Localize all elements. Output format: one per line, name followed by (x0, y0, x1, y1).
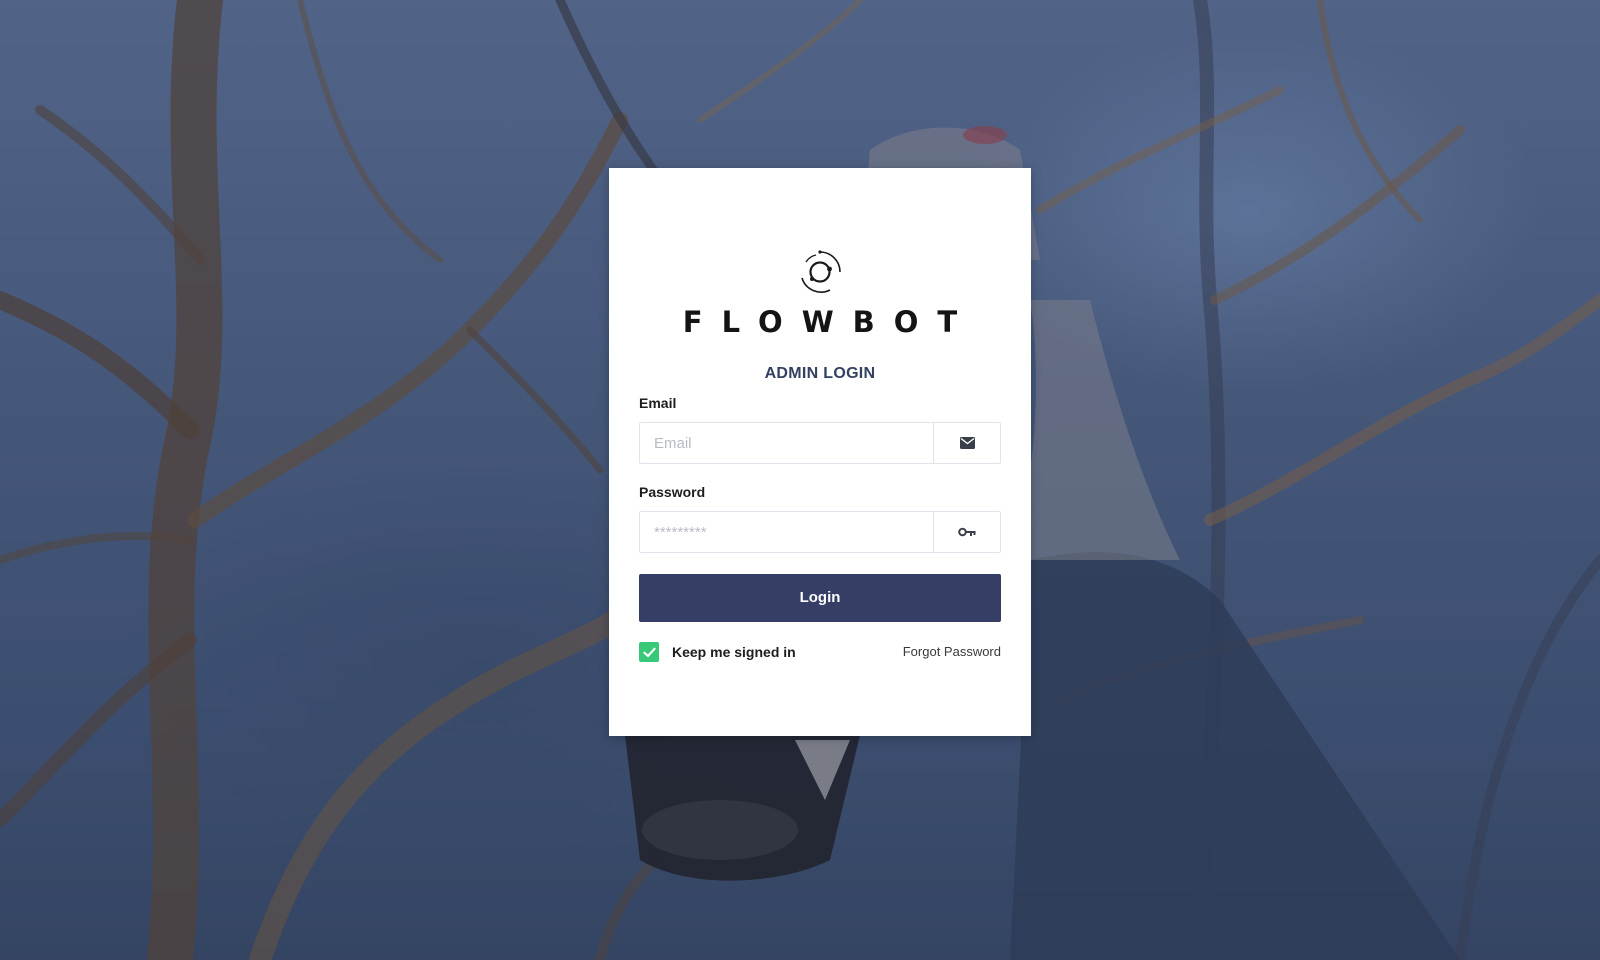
password-label: Password (639, 484, 706, 500)
remember-checkbox[interactable] (639, 642, 659, 662)
key-icon (933, 512, 1000, 552)
orbit-logo-icon (801, 250, 841, 293)
brand-name: FLOWBOT (682, 305, 977, 339)
remember-me[interactable]: Keep me signed in (639, 642, 796, 662)
login-card: FLOWBOT ADMIN LOGIN Email Password (609, 168, 1031, 736)
remember-label: Keep me signed in (672, 644, 796, 660)
checkmark-icon (642, 647, 656, 657)
login-title: ADMIN LOGIN (764, 365, 876, 382)
envelope-icon (933, 423, 1000, 463)
email-input[interactable] (640, 423, 935, 463)
login-button[interactable]: Login (639, 574, 1001, 622)
email-label: Email (639, 395, 677, 411)
forgot-password-link[interactable]: Forgot Password (903, 644, 1001, 659)
email-input-group (639, 422, 1001, 464)
password-input-group (639, 511, 1001, 553)
login-page: FLOWBOT ADMIN LOGIN Email Password (0, 0, 1600, 960)
password-input[interactable] (640, 512, 935, 552)
